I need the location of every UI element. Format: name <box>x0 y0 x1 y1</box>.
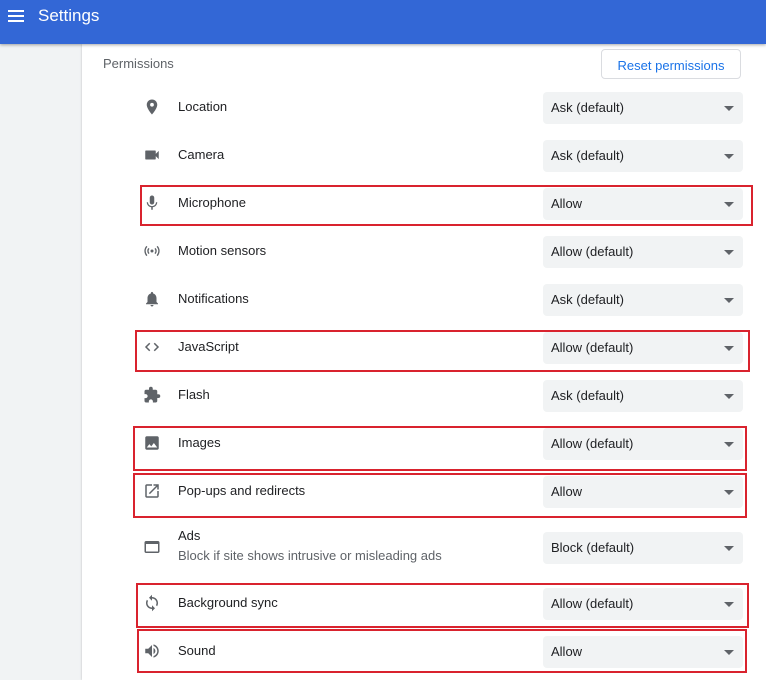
permission-row-background-sync: Background sync Allow (default) <box>82 582 766 622</box>
dropdown-caret-icon <box>724 346 734 351</box>
permission-row-motion-sensors: Motion sensors Allow (default) <box>82 230 766 270</box>
popups-select[interactable]: Allow <box>543 476 743 508</box>
permission-row-notifications: Notifications Ask (default) <box>82 278 766 318</box>
dropdown-caret-icon <box>724 442 734 447</box>
dropdown-caret-icon <box>724 546 734 551</box>
microphone-icon <box>146 195 158 210</box>
camera-icon <box>145 150 159 160</box>
dropdown-caret-icon <box>724 202 734 207</box>
permission-label: Sound <box>178 643 216 658</box>
select-value: Ask (default) <box>551 148 624 163</box>
dropdown-caret-icon <box>724 154 734 159</box>
motion-sensors-select[interactable]: Allow (default) <box>543 236 743 268</box>
select-value: Ask (default) <box>551 388 624 403</box>
select-value: Allow (default) <box>551 436 634 451</box>
reset-permissions-button[interactable]: Reset permissions <box>601 49 741 79</box>
top-app-bar: Settings <box>0 0 766 44</box>
sound-select[interactable]: Allow <box>543 636 743 668</box>
hamburger-menu-icon[interactable] <box>8 8 25 24</box>
permission-label: Microphone <box>178 195 246 210</box>
permission-row-microphone: Microphone Allow <box>82 182 766 222</box>
image-icon <box>145 436 159 450</box>
location-pin-icon <box>146 99 158 115</box>
select-value: Ask (default) <box>551 292 624 307</box>
permission-row-location: Location Ask (default) <box>82 86 766 126</box>
select-value: Block (default) <box>551 540 635 555</box>
select-value: Allow (default) <box>551 244 634 259</box>
permission-label: Ads <box>178 528 201 543</box>
permissions-card: Permissions Reset permissions Location A… <box>82 44 766 680</box>
background-sync-select[interactable]: Allow (default) <box>543 588 743 620</box>
permission-sublabel: Block if site shows intrusive or mislead… <box>178 548 442 563</box>
flash-select[interactable]: Ask (default) <box>543 380 743 412</box>
code-icon <box>144 342 160 352</box>
select-value: Allow <box>551 644 583 659</box>
camera-select[interactable]: Ask (default) <box>543 140 743 172</box>
permission-label: Notifications <box>178 291 249 306</box>
dropdown-caret-icon <box>724 650 734 655</box>
microphone-select[interactable]: Allow <box>543 188 743 220</box>
ads-select[interactable]: Block (default) <box>543 532 743 564</box>
location-select[interactable]: Ask (default) <box>543 92 743 124</box>
permission-row-camera: Camera Ask (default) <box>82 134 766 174</box>
permission-row-javascript: JavaScript Allow (default) <box>82 326 766 366</box>
select-value: Ask (default) <box>551 100 624 115</box>
permission-row-sound: Sound Allow <box>82 630 766 670</box>
dropdown-caret-icon <box>724 602 734 607</box>
select-value: Allow (default) <box>551 340 634 355</box>
app-title: Settings <box>38 6 100 25</box>
permission-row-flash: Flash Ask (default) <box>82 374 766 414</box>
open-in-new-icon <box>145 484 159 498</box>
permission-label: Background sync <box>178 595 278 610</box>
sync-icon <box>146 594 158 612</box>
images-select[interactable]: Allow (default) <box>543 428 743 460</box>
permission-label: Flash <box>178 387 210 402</box>
select-value: Allow <box>551 196 583 211</box>
speaker-icon <box>145 644 159 658</box>
javascript-select[interactable]: Allow (default) <box>543 332 743 364</box>
permission-label: JavaScript <box>178 339 239 354</box>
section-title: Permissions <box>103 56 174 71</box>
permission-row-images: Images Allow (default) <box>82 422 766 462</box>
permission-label: Location <box>178 99 228 114</box>
ads-window-icon <box>144 541 160 553</box>
permission-label: Motion sensors <box>178 243 267 258</box>
dropdown-caret-icon <box>724 394 734 399</box>
permission-label: Images <box>178 435 221 450</box>
permission-label: Camera <box>178 147 225 162</box>
dropdown-caret-icon <box>724 106 734 111</box>
permission-row-ads: Ads Block if site shows intrusive or mis… <box>82 526 766 566</box>
dropdown-caret-icon <box>724 490 734 495</box>
notifications-select[interactable]: Ask (default) <box>543 284 743 316</box>
permission-row-popups: Pop-ups and redirects Allow <box>82 470 766 510</box>
bell-icon <box>146 291 158 307</box>
puzzle-icon <box>144 386 161 403</box>
permission-label: Pop-ups and redirects <box>178 483 306 498</box>
select-value: Allow <box>551 484 583 499</box>
select-value: Allow (default) <box>551 596 634 611</box>
dropdown-caret-icon <box>724 298 734 303</box>
motion-sensors-icon <box>144 245 160 257</box>
dropdown-caret-icon <box>724 250 734 255</box>
